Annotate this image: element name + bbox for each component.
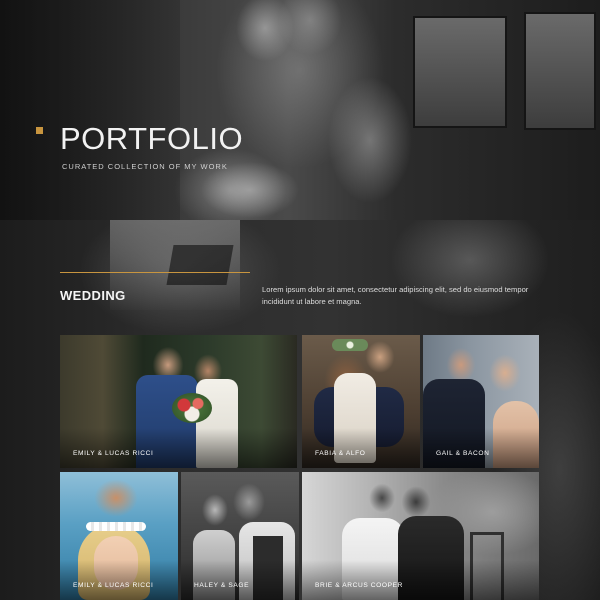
section-description: Lorem ipsum dolor sit amet, consectetur … (262, 285, 529, 306)
hero-shadow (0, 0, 180, 220)
gallery-item[interactable]: GAIL & BACON (423, 335, 539, 468)
gallery-caption: EMILY & LUCAS RICCI (73, 582, 154, 589)
caption-shade (60, 560, 178, 600)
flower-crown (86, 522, 146, 531)
gallery-caption: BRIE & ARCUS COOPER (315, 582, 403, 589)
caption-shade (302, 428, 420, 468)
caption-shade (181, 560, 299, 600)
hero-banner: PORTFOLIO CURATED COLLECTION OF MY WORK (0, 0, 600, 220)
gallery-caption: EMILY & LUCAS RICCI (73, 450, 154, 457)
background-tie (166, 245, 234, 285)
gallery-item[interactable]: BRIE & ARCUS COOPER (302, 472, 539, 600)
gallery-caption: HALEY & SAGE (194, 582, 250, 589)
gallery-item[interactable]: EMILY & LUCAS RICCI (60, 472, 178, 600)
section-title: WEDDING (60, 288, 126, 303)
flower-wreath (332, 339, 368, 351)
gallery-item[interactable]: EMILY & LUCAS RICCI (60, 335, 297, 468)
caption-shade (423, 428, 539, 468)
bouquet (172, 393, 212, 423)
caption-shade (60, 428, 297, 468)
gallery-item[interactable]: HALEY & SAGE (181, 472, 299, 600)
gallery-item[interactable]: FABIA & ALFO (302, 335, 420, 468)
caption-shade (302, 560, 539, 600)
page-subtitle: CURATED COLLECTION OF MY WORK (62, 162, 228, 171)
gallery-caption: GAIL & BACON (436, 450, 490, 457)
hero-background-window (524, 12, 596, 130)
page-title: PORTFOLIO (60, 121, 244, 156)
gallery-caption: FABIA & ALFO (315, 450, 366, 457)
hero-accent-square (36, 127, 43, 134)
section-divider (60, 272, 250, 273)
hero-couple-photo (170, 0, 430, 220)
